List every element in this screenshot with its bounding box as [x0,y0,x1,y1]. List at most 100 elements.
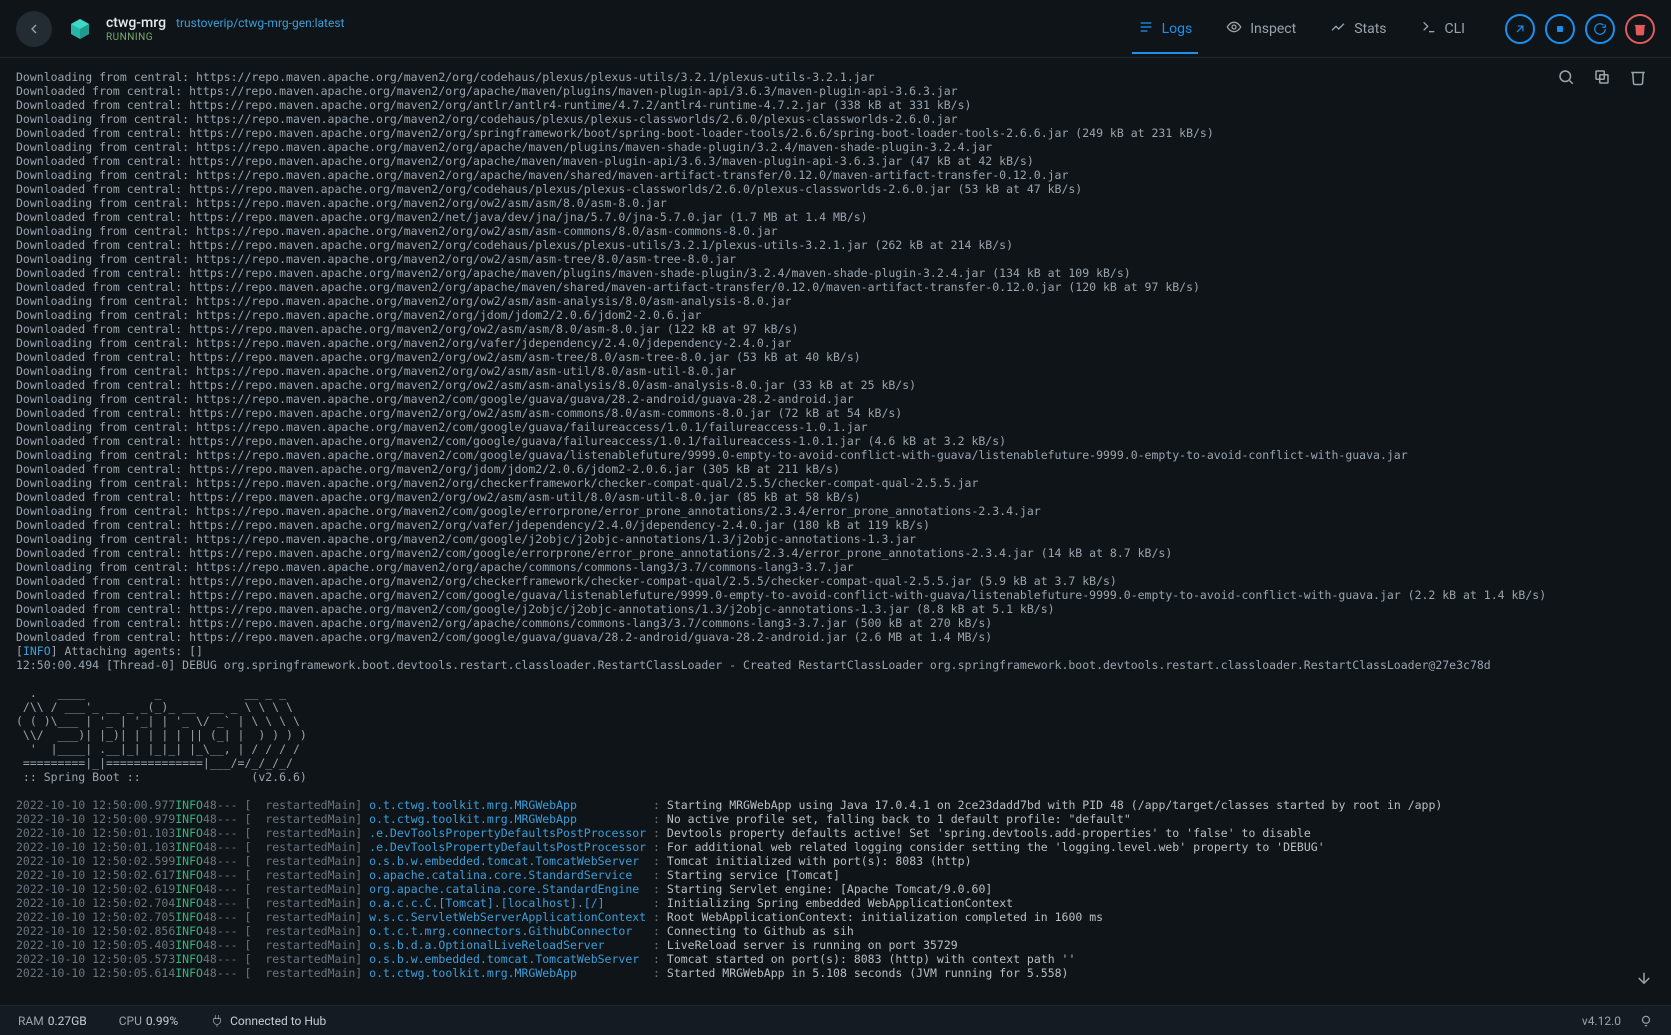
banner-line: ( ( )\___ | '_ | '_| | '_ \/ _` | \ \ \ … [16,714,1655,728]
ram-usage: RAM0.27GB [18,1014,87,1028]
log-line: Downloading from central: https://repo.m… [16,112,1655,126]
logs-icon [1138,19,1154,39]
log-line: Downloading from central: https://repo.m… [16,224,1655,238]
log-line [16,672,1655,686]
hub-status[interactable]: Connected to Hub [210,1014,326,1028]
log-line: Downloaded from central: https://repo.ma… [16,378,1655,392]
container-image[interactable]: trustoverip/ctwg-mrg-gen:latest [176,16,344,30]
log-line: Downloading from central: https://repo.m… [16,336,1655,350]
log-line: Downloaded from central: https://repo.ma… [16,98,1655,112]
log-line [16,784,1655,798]
log-line: Downloading from central: https://repo.m… [16,392,1655,406]
log-viewer[interactable]: Downloading from central: https://repo.m… [0,58,1671,1005]
search-icon [1557,68,1575,86]
log-line: Downloading from central: https://repo.m… [16,420,1655,434]
log-line: Downloaded from central: https://repo.ma… [16,210,1655,224]
tab-stats[interactable]: Stats [1314,5,1402,53]
log-line: Downloaded from central: https://repo.ma… [16,434,1655,448]
stats-icon [1330,19,1346,39]
log-line: 2022-10-10 12:50:05.614 INFO 48 --- [ re… [16,966,1655,980]
cpu-usage: CPU0.99% [119,1014,178,1028]
stop-button[interactable] [1545,14,1575,44]
tab-label: Stats [1354,21,1386,37]
log-line: 2022-10-10 12:50:02.705 INFO 48 --- [ re… [16,910,1655,924]
open-browser-button[interactable] [1505,14,1535,44]
title-block: ctwg-mrg trustoverip/ctwg-mrg-gen:latest… [106,15,344,43]
log-line: Downloaded from central: https://repo.ma… [16,350,1655,364]
header-bar: ctwg-mrg trustoverip/ctwg-mrg-gen:latest… [0,0,1671,58]
banner-line: :: Spring Boot :: (v2.6.6) [16,770,1655,784]
tab-label: Inspect [1250,21,1296,37]
banner-line: . ____ _ __ _ _ [16,686,1655,700]
log-line: Downloaded from central: https://repo.ma… [16,182,1655,196]
log-line: [INFO] Attaching agents: [] [16,644,1655,658]
log-line: Downloading from central: https://repo.m… [16,252,1655,266]
log-line: Downloaded from central: https://repo.ma… [16,154,1655,168]
copy-button[interactable] [1593,68,1611,90]
log-line: 2022-10-10 12:50:01.103 INFO 48 --- [ re… [16,826,1655,840]
tab-label: Logs [1162,21,1193,37]
log-line: Downloading from central: https://repo.m… [16,532,1655,546]
chevron-left-icon [26,21,42,37]
log-line: 2022-10-10 12:50:05.573 INFO 48 --- [ re… [16,952,1655,966]
log-line: Downloading from central: https://repo.m… [16,308,1655,322]
log-line: 2022-10-10 12:50:02.704 INFO 48 --- [ re… [16,896,1655,910]
log-line: Downloaded from central: https://repo.ma… [16,602,1655,616]
log-line: 2022-10-10 12:50:00.977 INFO 48 --- [ re… [16,798,1655,812]
tabs: Logs Inspect Stats CLI [1122,5,1481,53]
log-line: Downloading from central: https://repo.m… [16,168,1655,182]
banner-line: /\\ / ___'_ __ _ _(_)_ __ __ _ \ \ \ \ [16,700,1655,714]
log-line: Downloading from central: https://repo.m… [16,294,1655,308]
log-line: Downloaded from central: https://repo.ma… [16,630,1655,644]
log-line: Downloaded from central: https://repo.ma… [16,588,1655,602]
banner-line: ' |____| .__|_| |_|_| |_\__, | / / / / [16,742,1655,756]
log-line: Downloading from central: https://repo.m… [16,504,1655,518]
cli-icon [1421,19,1437,39]
log-line: Downloading from central: https://repo.m… [16,140,1655,154]
tab-inspect[interactable]: Inspect [1210,5,1312,53]
banner-line: =========|_|==============|___/=/_/_/_/ [16,756,1655,770]
search-button[interactable] [1557,68,1575,90]
log-line: Downloaded from central: https://repo.ma… [16,238,1655,252]
tab-logs[interactable]: Logs [1122,5,1209,53]
log-line: Downloaded from central: https://repo.ma… [16,616,1655,630]
tab-cli[interactable]: CLI [1405,5,1481,53]
log-toolbar [1557,68,1647,90]
restart-button[interactable] [1585,14,1615,44]
clear-button[interactable] [1629,68,1647,90]
copy-icon [1593,68,1611,86]
trash-icon [1629,68,1647,86]
log-line: Downloaded from central: https://repo.ma… [16,266,1655,280]
log-line: Downloaded from central: https://repo.ma… [16,84,1655,98]
log-line: 12:50:00.494 [Thread-0] DEBUG org.spring… [16,658,1655,672]
circle-actions [1505,14,1655,44]
delete-button[interactable] [1625,14,1655,44]
log-line: Downloaded from central: https://repo.ma… [16,406,1655,420]
log-line: 2022-10-10 12:50:00.979 INFO 48 --- [ re… [16,812,1655,826]
log-line: Downloaded from central: https://repo.ma… [16,546,1655,560]
log-line: Downloaded from central: https://repo.ma… [16,574,1655,588]
log-line: Downloaded from central: https://repo.ma… [16,518,1655,532]
lightbulb-icon[interactable] [1639,1014,1653,1028]
log-line: 2022-10-10 12:50:02.617 INFO 48 --- [ re… [16,868,1655,882]
log-line: Downloaded from central: https://repo.ma… [16,322,1655,336]
log-line: 2022-10-10 12:50:01.103 INFO 48 --- [ re… [16,840,1655,854]
back-button[interactable] [16,11,52,47]
log-line: Downloaded from central: https://repo.ma… [16,126,1655,140]
log-line: Downloaded from central: https://repo.ma… [16,280,1655,294]
log-line: Downloading from central: https://repo.m… [16,560,1655,574]
container-icon [66,15,94,43]
banner-line: \\/ ___)| |_)| | | | | || (_| | ) ) ) ) [16,728,1655,742]
log-line: Downloading from central: https://repo.m… [16,476,1655,490]
log-line: 2022-10-10 12:50:02.856 INFO 48 --- [ re… [16,924,1655,938]
log-line: Downloading from central: https://repo.m… [16,70,1655,84]
tab-label: CLI [1445,21,1465,37]
arrow-down-icon [1635,969,1653,987]
log-line: 2022-10-10 12:50:02.619 INFO 48 --- [ re… [16,882,1655,896]
log-line: Downloaded from central: https://repo.ma… [16,490,1655,504]
scroll-to-bottom-button[interactable] [1635,969,1653,991]
container-name: ctwg-mrg [106,15,166,31]
log-line: Downloading from central: https://repo.m… [16,448,1655,462]
footer-bar: RAM0.27GB CPU0.99% Connected to Hub v4.1… [0,1005,1671,1035]
log-line: 2022-10-10 12:50:05.403 INFO 48 --- [ re… [16,938,1655,952]
